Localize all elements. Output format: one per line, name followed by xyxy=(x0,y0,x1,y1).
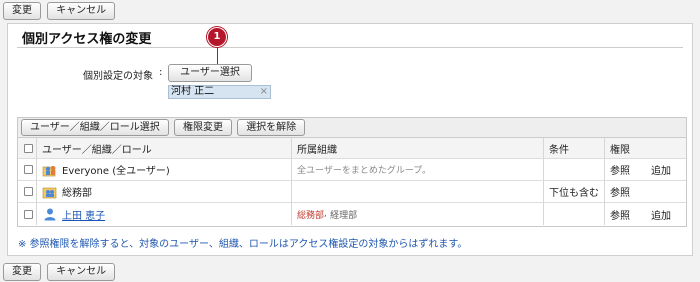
top-toolbar: 変更 キャンセル xyxy=(3,2,116,20)
user-icon xyxy=(44,208,56,221)
remove-user-icon[interactable]: × xyxy=(260,86,268,98)
user-select-button[interactable]: ユーザー選択 xyxy=(168,64,252,82)
header-name: ユーザー／組織／ロール xyxy=(42,144,152,156)
row-name: 総務部 xyxy=(62,188,92,199)
target-label: 個別設定の対象 xyxy=(83,71,153,82)
table-toolbar: ユーザー／組織／ロール選択 権限変更 選択を解除 xyxy=(18,118,686,138)
row-add: 追加 xyxy=(651,166,671,177)
bottom-toolbar: 変更 キャンセル xyxy=(3,263,116,281)
row-perm: 参照 xyxy=(610,210,630,222)
title-divider xyxy=(17,47,683,48)
select-user-org-role-button[interactable]: ユーザー／組織／ロール選択 xyxy=(21,119,169,136)
user-link[interactable]: 上田 恵子 xyxy=(62,207,105,222)
row-cond: 下位も含む xyxy=(549,188,599,199)
callout-badge: 1 xyxy=(208,28,226,46)
access-panel: 個別アクセス権の変更 1 個別設定の対象 : ユーザー選択 河村 正二 × ユー… xyxy=(7,23,693,256)
header-cond: 条件 xyxy=(549,144,569,156)
row-org-secondary: 経理部 xyxy=(330,210,358,221)
row-perm: 参照 xyxy=(610,188,630,199)
row-perm: 参照 xyxy=(610,166,630,177)
row-org-primary: 総務部 xyxy=(297,210,325,221)
target-colon: : xyxy=(159,67,163,78)
table-row: Everyone (全ユーザー) 全ユーザーをまとめたグループ。 参照 追加 xyxy=(18,159,686,181)
access-table: ユーザー／組織／ロール選択 権限変更 選択を解除 ユーザー／組織／ロール 所属組… xyxy=(17,117,687,227)
selected-user-chip: 河村 正二 × xyxy=(168,85,271,99)
change-button-top[interactable]: 変更 xyxy=(3,2,41,20)
group-everyone-icon xyxy=(42,165,56,176)
row-checkbox[interactable] xyxy=(24,165,33,174)
select-all-checkbox[interactable] xyxy=(24,143,33,153)
row-checkbox[interactable] xyxy=(24,187,33,196)
cancel-button-bottom[interactable]: キャンセル xyxy=(47,263,116,281)
selected-user-name: 河村 正二 xyxy=(171,86,215,97)
page-title: 個別アクセス権の変更 xyxy=(22,32,152,47)
footnote: ※ 参照権限を解除すると、対象のユーザー、組織、ロールはアクセス権設定の対象から… xyxy=(18,239,468,250)
callout-line xyxy=(217,47,218,64)
table-row: 上田 恵子 総務部, 経理部 参照 追加 xyxy=(18,203,686,225)
row-checkbox[interactable] xyxy=(24,209,33,219)
clear-selection-button[interactable]: 選択を解除 xyxy=(237,119,306,136)
table-header-row: ユーザー／組織／ロール 所属組織 条件 権限 xyxy=(18,138,686,159)
row-org: 全ユーザーをまとめたグループ。 xyxy=(297,166,432,176)
row-name: Everyone (全ユーザー) xyxy=(62,166,170,177)
change-permission-button[interactable]: 権限変更 xyxy=(174,119,232,136)
cancel-button-top[interactable]: キャンセル xyxy=(47,2,116,20)
header-perm: 権限 xyxy=(610,144,630,156)
header-org: 所属組織 xyxy=(297,144,337,156)
table-row: 総務部 下位も含む 参照 xyxy=(18,181,686,203)
organization-icon xyxy=(42,187,57,198)
change-button-bottom[interactable]: 変更 xyxy=(3,263,41,281)
row-add: 追加 xyxy=(651,210,671,222)
row-org-separator: , xyxy=(324,209,327,219)
